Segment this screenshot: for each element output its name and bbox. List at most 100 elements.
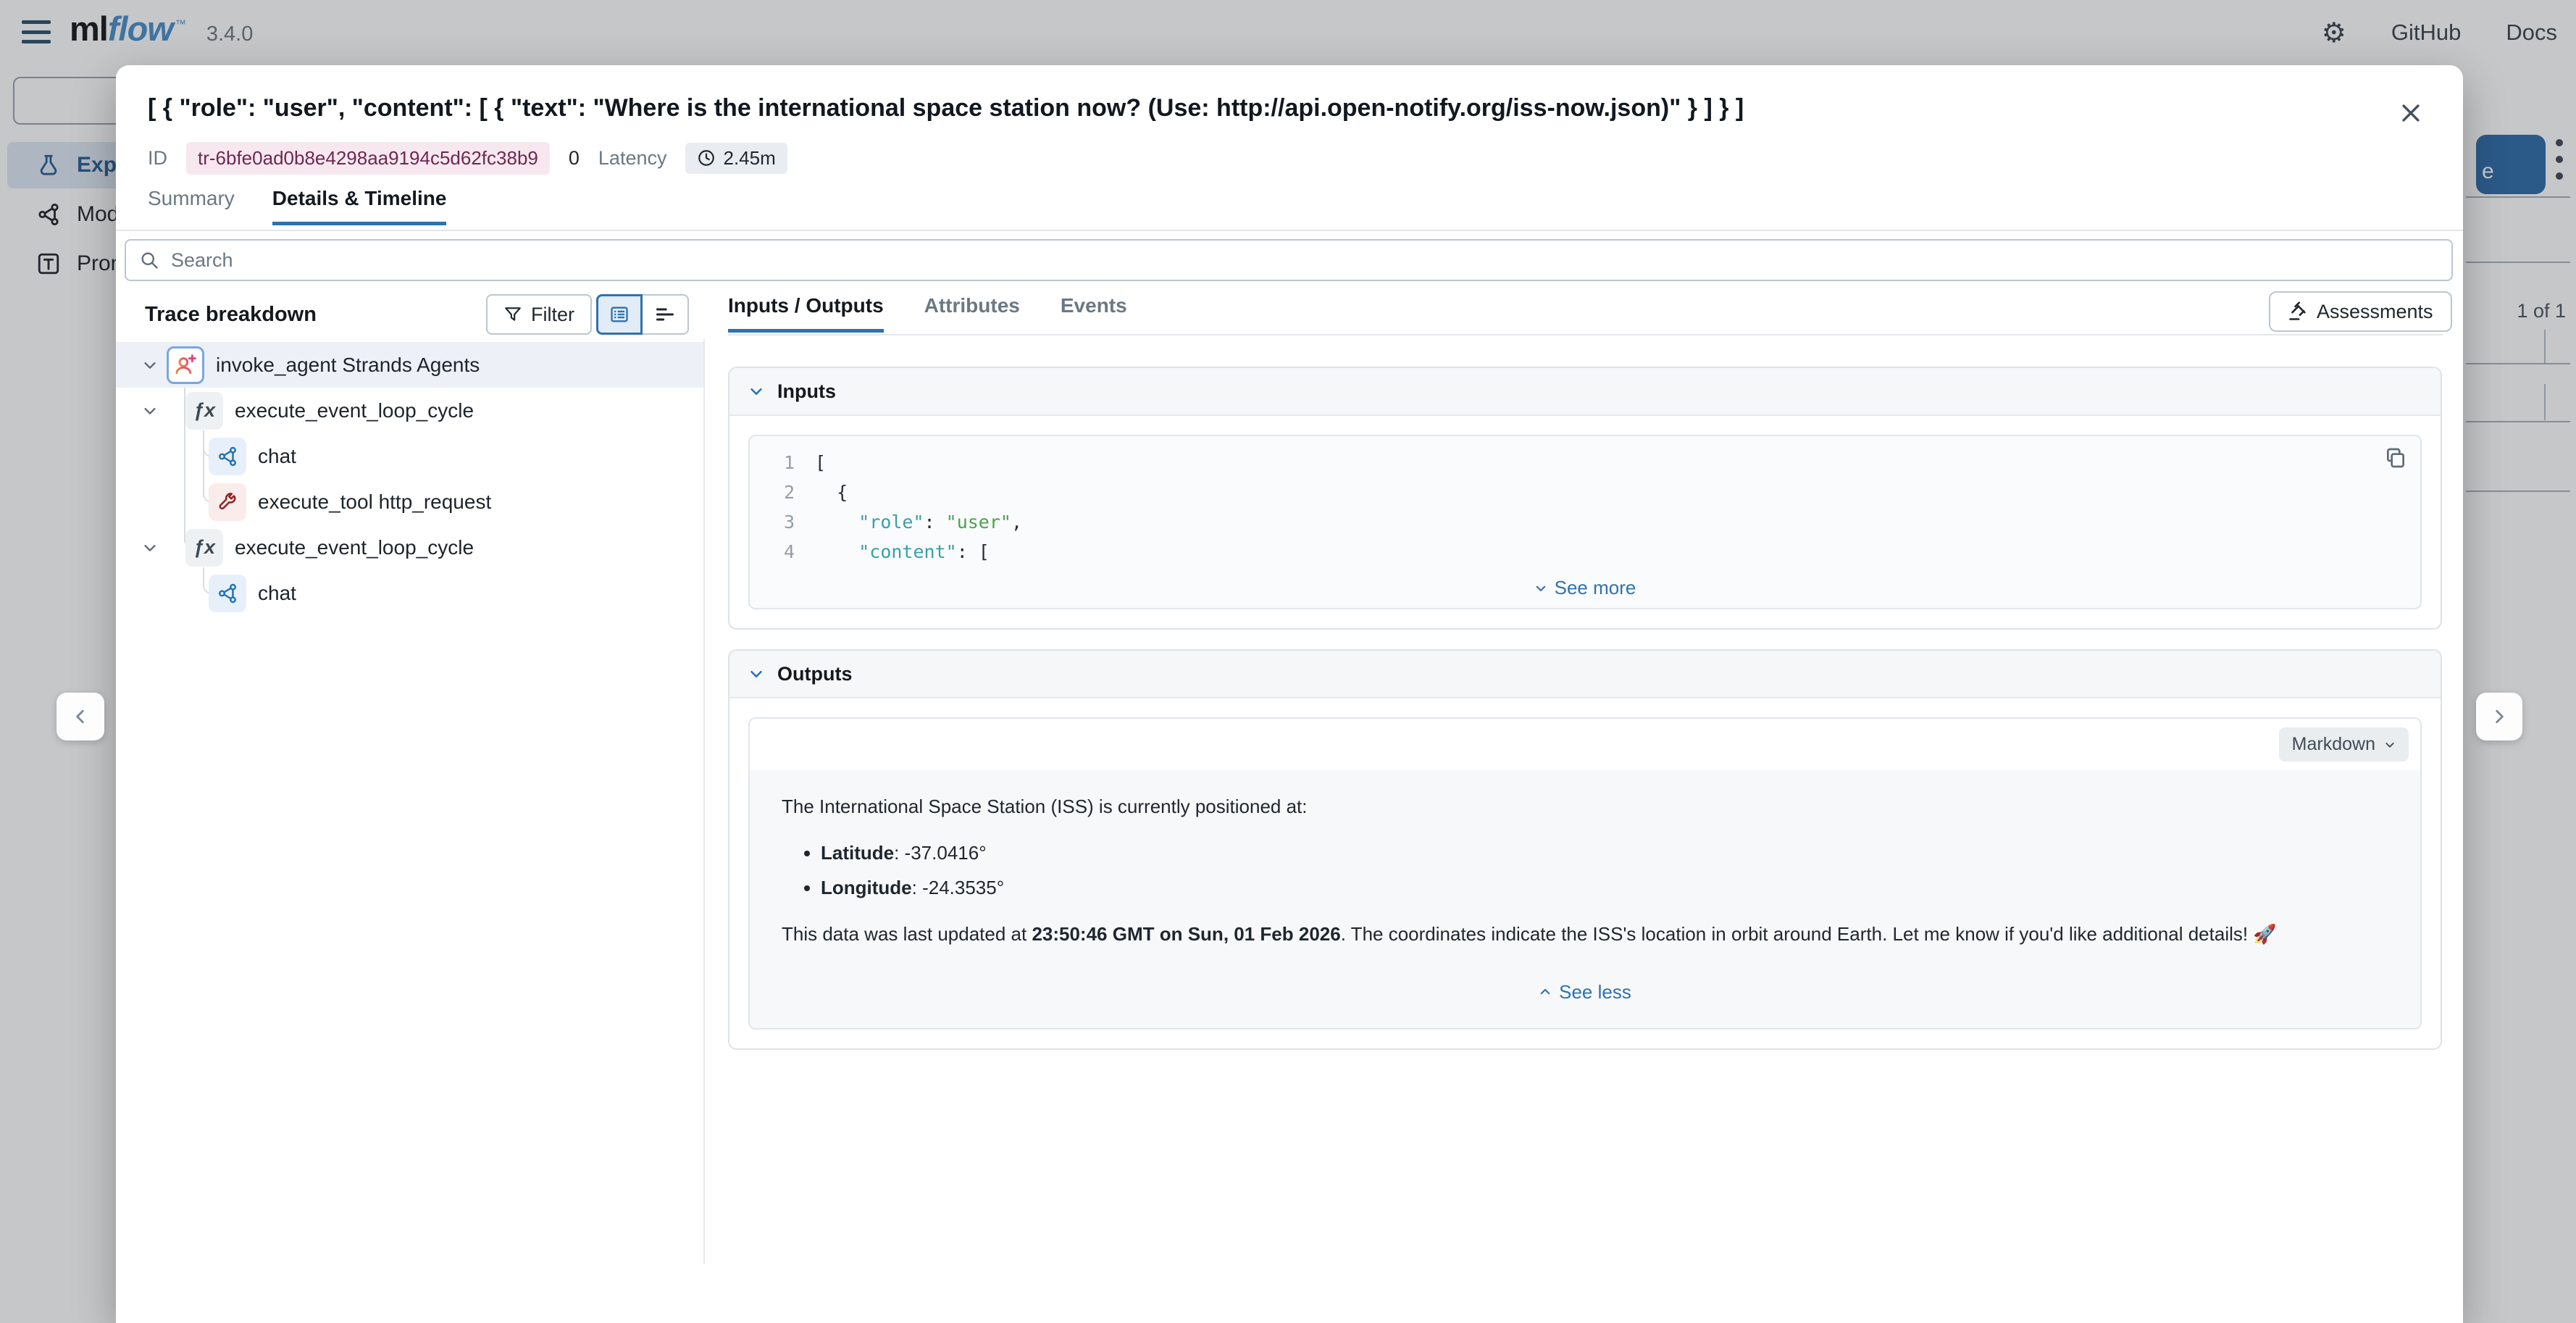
span-label: invoke_agent Strands Agents (216, 354, 480, 377)
pane-divider[interactable] (703, 339, 705, 1264)
code-key: "role" (858, 512, 924, 533)
detail-tabbar: Inputs / Outputs Attributes Events (728, 294, 1127, 333)
latency-label: Latency (598, 147, 667, 170)
bullet-term: Latitude (821, 842, 894, 864)
outputs-content-card: Markdown The International Space Station… (748, 717, 2422, 1030)
tree-row-chat-2[interactable]: chat (116, 570, 703, 616)
chevron-down-icon[interactable] (142, 403, 158, 419)
tree-row-event-loop-1[interactable]: ƒx execute_event_loop_cycle (116, 388, 703, 433)
span-label: execute_event_loop_cycle (235, 399, 474, 422)
function-icon: ƒx (185, 392, 223, 430)
timeline-view-toggle[interactable] (643, 294, 689, 335)
assessments-button[interactable]: Assessments (2269, 291, 2452, 332)
inputs-header[interactable]: Inputs (729, 368, 2441, 416)
copy-icon (2384, 446, 2407, 469)
trace-breakdown-title: Trace breakdown (145, 303, 317, 327)
trace-title: [ { "role": "user", "content": [ { "text… (148, 94, 2347, 122)
search-icon (139, 250, 159, 270)
output-bullet: Latitude: -37.0416° (821, 838, 2388, 867)
outputs-header[interactable]: Outputs (729, 651, 2441, 698)
closing-timestamp: 23:50:46 GMT on Sun, 01 Feb 2026 (1032, 923, 1340, 945)
code-indent (815, 512, 858, 533)
chevron-down-icon (2384, 739, 2396, 751)
see-more-link[interactable]: See more (750, 577, 2420, 599)
gavel-icon (2288, 301, 2308, 322)
close-button[interactable] (2391, 93, 2431, 133)
code-line: 1 [ (750, 448, 2420, 477)
see-less-link[interactable]: See less (782, 977, 2388, 1006)
code-line: 4 "content": [ (750, 537, 2420, 567)
tree-view-toggle[interactable] (596, 294, 643, 335)
closing-prefix: This data was last updated at (782, 923, 1032, 945)
inputs-title: Inputs (777, 380, 836, 403)
chat-model-icon (209, 438, 246, 475)
code-punct: [ (979, 541, 990, 562)
tree-row-event-loop-2[interactable]: ƒx execute_event_loop_cycle (116, 525, 703, 570)
inputs-section: Inputs 1 [ 2 { 3 (728, 367, 2442, 630)
latency-value: 2.45m (723, 147, 775, 170)
filter-label: Filter (531, 304, 574, 326)
trace-meta-row: ID tr-6bfe0ad0b8e4298aa9194c5d62fc38b9 0… (148, 141, 787, 175)
agent-icon (167, 346, 204, 384)
clock-icon (697, 149, 716, 167)
trace-id-badge[interactable]: tr-6bfe0ad0b8e4298aa9194c5d62fc38b9 (186, 142, 550, 175)
output-bullet-list: Latitude: -37.0416° Longitude: -24.3535° (821, 838, 2388, 902)
chevron-down-icon (748, 666, 764, 682)
code-punct: { (815, 482, 848, 503)
tree-row-execute-tool[interactable]: execute_tool http_request (116, 479, 703, 525)
id-label: ID (148, 147, 167, 170)
tab-attributes[interactable]: Attributes (924, 294, 1020, 333)
trace-detail-modal: [ { "role": "user", "content": [ { "text… (116, 65, 2463, 1323)
chevron-down-icon[interactable] (142, 357, 158, 373)
filter-button[interactable]: Filter (486, 294, 592, 335)
chevron-up-icon (1539, 985, 1552, 998)
search-input[interactable] (170, 249, 2451, 272)
see-less-label: See less (1559, 977, 1631, 1006)
assessments-label: Assessments (2317, 301, 2433, 323)
tree-row-invoke-agent[interactable]: invoke_agent Strands Agents (116, 342, 703, 388)
tree-row-chat-1[interactable]: chat (116, 433, 703, 479)
format-selector-value: Markdown (2292, 734, 2375, 755)
previous-trace-button[interactable] (57, 693, 104, 740)
copy-button[interactable] (2384, 446, 2407, 469)
code-punct: , (1011, 512, 1022, 533)
search-bar (125, 239, 2453, 281)
chevron-left-icon (71, 707, 90, 726)
outputs-toolbar: Markdown (750, 719, 2420, 770)
tab-inputs-outputs[interactable]: Inputs / Outputs (728, 294, 884, 333)
code-string: "user" (946, 512, 1011, 533)
tab-details-timeline[interactable]: Details & Timeline (272, 187, 447, 225)
close-icon (2399, 101, 2423, 125)
code-punct: : (957, 541, 979, 562)
chevron-down-icon (1534, 582, 1547, 595)
line-number: 1 (750, 452, 815, 473)
chevron-down-icon[interactable] (142, 540, 158, 556)
markdown-output: The International Space Station (ISS) is… (750, 770, 2420, 1028)
chevron-right-icon (2490, 707, 2509, 726)
outputs-section: Outputs Markdown The International Space… (728, 649, 2442, 1050)
see-more-label: See more (1555, 577, 1636, 599)
span-label: chat (258, 445, 296, 468)
tag-count: 0 (569, 147, 580, 170)
code-punct: [ (815, 452, 826, 473)
code-key: "content" (858, 541, 956, 562)
line-number: 2 (750, 482, 815, 503)
next-trace-button[interactable] (2476, 693, 2522, 740)
span-label: chat (258, 582, 296, 605)
tab-summary[interactable]: Summary (148, 187, 235, 225)
line-number: 4 (750, 541, 815, 562)
span-label: execute_tool http_request (258, 491, 491, 514)
chat-model-icon (209, 575, 246, 612)
output-closing-paragraph: This data was last updated at 23:50:46 G… (782, 919, 2388, 948)
code-line: 3 "role": "user", (750, 507, 2420, 537)
filter-icon (503, 305, 522, 324)
closing-suffix: . The coordinates indicate the ISS's loc… (1341, 923, 2277, 945)
code-line: 2 { (750, 477, 2420, 507)
bullet-value: : -24.3535° (912, 877, 1005, 898)
tab-events[interactable]: Events (1061, 294, 1127, 333)
function-icon: ƒx (185, 529, 223, 567)
format-selector[interactable]: Markdown (2279, 727, 2409, 761)
chevron-down-icon (748, 383, 764, 399)
line-number: 3 (750, 512, 815, 533)
output-paragraph: The International Space Station (ISS) is… (782, 792, 2388, 821)
